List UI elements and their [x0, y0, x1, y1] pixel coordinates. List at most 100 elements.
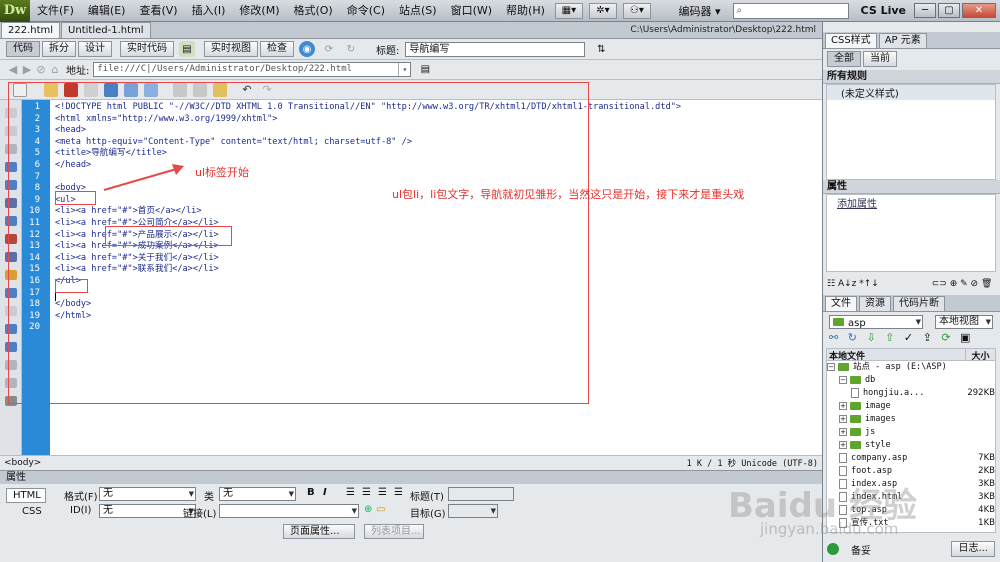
outdent-icon[interactable]: ☰	[378, 487, 387, 498]
file-tree-row[interactable]: − db	[827, 374, 995, 387]
link-input[interactable]: ▼	[219, 504, 359, 518]
menu-edit[interactable]: 编辑(E)	[81, 0, 133, 22]
menu-window[interactable]: 窗口(W)	[444, 0, 499, 22]
expand-toggle-icon[interactable]: −	[827, 363, 835, 371]
properties-header[interactable]: 属性	[0, 470, 822, 484]
file-tree-row[interactable]: + js	[827, 426, 995, 439]
page-properties-button[interactable]: 页面属性...	[283, 524, 355, 539]
expand-toggle-icon[interactable]: +	[839, 441, 847, 449]
back-icon[interactable]: ◀	[6, 63, 20, 76]
minimize-button[interactable]: ─	[914, 3, 936, 18]
title-input[interactable]: 导航编写	[405, 41, 586, 57]
cslive-button[interactable]: CS Live	[855, 4, 912, 17]
live-code-button[interactable]: 实时代码	[120, 41, 174, 57]
add-property-link[interactable]: 添加属性	[827, 195, 995, 210]
css-mode-button[interactable]: CSS	[22, 506, 42, 517]
expand-toggle-icon[interactable]: −	[839, 376, 847, 384]
size-column[interactable]: 大小	[965, 349, 995, 362]
tag-selector[interactable]: <body>	[4, 458, 41, 468]
tab-untitled-1[interactable]: Untitled-1.html	[61, 22, 151, 38]
attach-style-icon[interactable]: ⊂⊃	[932, 279, 947, 289]
site-select[interactable]: asp ▼	[829, 315, 923, 329]
site-icon[interactable]: ⚇▾	[622, 2, 651, 19]
menu-site[interactable]: 站点(S)	[392, 0, 444, 22]
log-button[interactable]: 日志...	[951, 541, 995, 557]
refresh-icon[interactable]: ↻	[343, 41, 359, 57]
file-tree-row[interactable]: − 站点 - asp (E:\ASP)	[827, 361, 995, 374]
expand-toggle-icon[interactable]: +	[839, 428, 847, 436]
tab-files[interactable]: 文件	[825, 296, 857, 311]
menu-modify[interactable]: 修改(M)	[232, 0, 286, 22]
code-view-button[interactable]: 代码	[6, 41, 40, 57]
workspace-switcher[interactable]: 编码器 ▾	[673, 3, 727, 19]
tab-css-styles[interactable]: CSS样式	[825, 33, 877, 48]
expand-toggle-icon[interactable]: +	[839, 402, 847, 410]
disable-icon[interactable]: ⊘	[971, 279, 979, 289]
set-properties-icon[interactable]: *↑↓	[859, 279, 879, 289]
edit-rule-icon[interactable]: ✎	[960, 279, 968, 289]
file-tree-row[interactable]: foot.asp 2KB	[827, 465, 995, 478]
list-item-button[interactable]: 列表项目...	[364, 524, 424, 539]
format-select[interactable]: 无 ▼	[99, 487, 196, 501]
search-input[interactable]: ⌕	[732, 2, 849, 19]
browse-folder-icon[interactable]: ▭	[376, 504, 385, 515]
ordered-list-icon[interactable]: ☰	[362, 487, 371, 498]
forward-icon[interactable]: ▶	[20, 63, 34, 76]
put-files-icon[interactable]: ⇧	[885, 331, 897, 344]
layout-icon[interactable]: ▦▾	[554, 2, 583, 19]
point-to-file-icon[interactable]: ⊕	[364, 504, 372, 515]
undefined-style-rule[interactable]: (未定义样式)	[827, 85, 995, 100]
maximize-button[interactable]: ▢	[938, 3, 960, 18]
address-input[interactable]: file:///C|/Users/Administrator/Desktop/2…	[93, 62, 412, 77]
get-files-icon[interactable]: ⇩	[866, 331, 878, 344]
delete-icon[interactable]: 🗑	[981, 279, 992, 289]
target-select[interactable]: ▼	[448, 504, 498, 518]
checkout-icon[interactable]: ✓	[904, 331, 916, 344]
tab-assets[interactable]: 资源	[859, 296, 891, 311]
id-select[interactable]: 无 ▼	[99, 504, 196, 518]
file-tree-row[interactable]: + style	[827, 439, 995, 452]
file-management-icon[interactable]: ⇅	[593, 41, 609, 57]
browser-options-icon[interactable]: ▤	[417, 62, 433, 78]
menu-file[interactable]: 文件(F)	[30, 0, 81, 22]
tab-222-html[interactable]: 222.html	[1, 22, 61, 38]
title-prop-input[interactable]	[448, 487, 514, 501]
menu-format[interactable]: 格式(O)	[286, 0, 339, 22]
checkin-icon[interactable]: ⇪	[923, 331, 935, 344]
stop-icon[interactable]: ⊘	[34, 63, 48, 76]
properties-header[interactable]: 属性	[823, 180, 1000, 194]
bold-button[interactable]: B	[307, 487, 315, 498]
file-tree-row[interactable]: + image	[827, 400, 995, 413]
chevron-down-icon[interactable]: ▾	[398, 63, 410, 76]
connect-icon[interactable]: ⚯	[829, 331, 841, 344]
view-select[interactable]: 本地视图 ▼	[935, 315, 993, 329]
file-tree-row[interactable]: + images	[827, 413, 995, 426]
rules-list[interactable]: (未定义样式)	[826, 84, 996, 180]
multiscreen-icon[interactable]: ▤	[179, 41, 195, 57]
az-view-icon[interactable]: A↓z	[838, 279, 856, 289]
menu-help[interactable]: 帮助(H)	[499, 0, 552, 22]
unordered-list-icon[interactable]: ☰	[346, 487, 355, 498]
all-mode-button[interactable]: 全部	[827, 51, 861, 67]
file-tree-row[interactable]: company.asp 7KB	[827, 452, 995, 465]
extend-icon[interactable]: ✲▾	[588, 2, 617, 19]
live-view-button[interactable]: 实时视图	[204, 41, 258, 57]
file-tree-row[interactable]: hongjiu.a... 292KB	[827, 387, 995, 400]
close-button[interactable]: ✕	[962, 3, 996, 18]
menu-commands[interactable]: 命令(C)	[340, 0, 392, 22]
class-select[interactable]: 无 ▼	[219, 487, 296, 501]
html-mode-button[interactable]: HTML	[6, 488, 46, 503]
menu-view[interactable]: 查看(V)	[132, 0, 184, 22]
tab-snippets[interactable]: 代码片断	[893, 296, 945, 311]
sync-icon[interactable]: ⟳	[941, 331, 953, 344]
all-rules-header[interactable]: 所有规则	[823, 70, 1000, 84]
split-view-button[interactable]: 拆分	[42, 41, 76, 57]
inspect-button[interactable]: 检查	[260, 41, 294, 57]
new-rule-icon[interactable]: ⊕	[950, 279, 958, 289]
category-view-icon[interactable]: ☷	[827, 279, 835, 289]
italic-button[interactable]: I	[323, 487, 327, 498]
expand-icon[interactable]: ▣	[960, 331, 973, 344]
refresh-icon[interactable]: ↻	[848, 331, 860, 344]
tab-ap-elements[interactable]: AP 元素	[878, 33, 927, 48]
design-view-button[interactable]: 设计	[78, 41, 112, 57]
